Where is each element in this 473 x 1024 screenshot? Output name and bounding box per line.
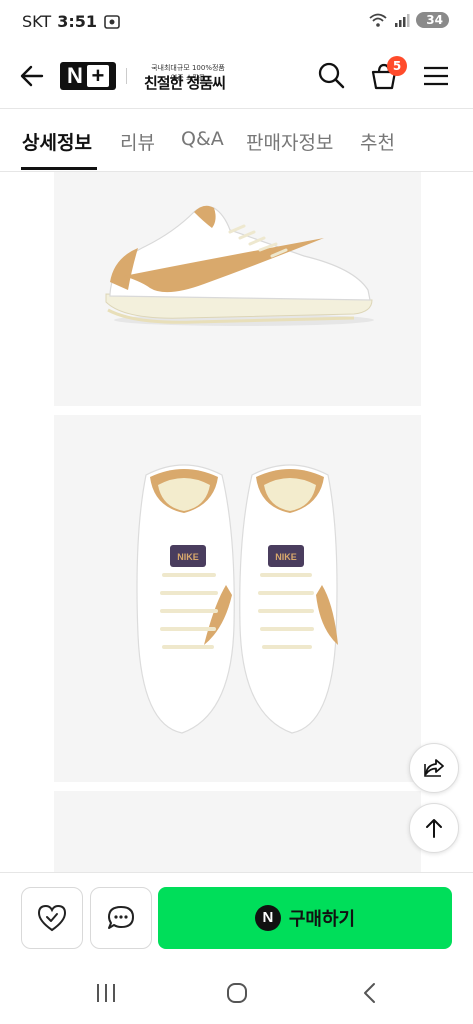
left-brand-text: NIKE (177, 552, 199, 562)
sneaker-side-illustration (105, 205, 374, 326)
right-brand-text: NIKE (275, 552, 297, 562)
tab-details[interactable]: 상세정보 (22, 128, 92, 155)
battery-indicator: 34 (416, 12, 449, 28)
share-icon (424, 759, 444, 777)
store-name[interactable]: 친절한 정품씨 (144, 72, 226, 93)
app-header: N + 국내최대규모 100%정품 인증 쇼핑몰 친절한 정품씨 5 (0, 44, 473, 109)
chat-button[interactable] (90, 887, 152, 949)
wishlist-button[interactable] (21, 887, 83, 949)
clock: 3:51 (57, 12, 97, 31)
left-shoe: NIKE (136, 464, 235, 734)
buy-button[interactable]: N 구매하기 (158, 887, 452, 949)
tab-recommend[interactable]: 추천 (360, 128, 395, 155)
product-image-top: NIKE NIKE (54, 415, 421, 782)
tab-qna[interactable]: Q&A (181, 128, 224, 150)
cart-count-badge: 5 (387, 56, 407, 76)
arrow-up-icon (426, 819, 442, 838)
tab-seller-info[interactable]: 판매자정보 (246, 128, 333, 155)
hamburger-menu-icon[interactable] (422, 64, 450, 88)
logo-divider (126, 68, 127, 84)
product-tabs: 상세정보 리뷰 Q&A 판매자정보 추천 (0, 109, 473, 172)
product-image-side (54, 172, 421, 406)
heart-check-icon (37, 904, 67, 932)
purchase-bar: N 구매하기 (0, 872, 473, 963)
system-back-icon[interactable] (360, 981, 380, 1005)
search-icon[interactable] (316, 60, 346, 90)
home-icon[interactable] (226, 982, 248, 1004)
product-image-next (54, 791, 421, 872)
active-tab-indicator (21, 167, 97, 170)
signal-icon (395, 14, 410, 27)
naver-plus-logo[interactable]: N + (60, 62, 116, 90)
naver-pay-icon: N (254, 905, 281, 931)
system-nav-bar (0, 962, 473, 1024)
sneaker-top-illustration: NIKE NIKE (136, 464, 338, 734)
status-bar: SKT 3:51 34 (0, 0, 473, 44)
scroll-top-button[interactable] (409, 803, 459, 853)
wifi-icon (369, 13, 387, 27)
share-button[interactable] (409, 743, 459, 793)
right-shoe: NIKE (239, 464, 338, 734)
carrier-label: SKT (22, 12, 52, 31)
screenshot-icon (104, 14, 120, 29)
tab-reviews[interactable]: 리뷰 (120, 128, 155, 155)
chat-bubble-icon (108, 906, 134, 929)
recent-apps-icon[interactable] (94, 982, 118, 1004)
back-arrow-icon[interactable] (18, 62, 46, 90)
buy-button-label: 구매하기 (288, 909, 356, 930)
